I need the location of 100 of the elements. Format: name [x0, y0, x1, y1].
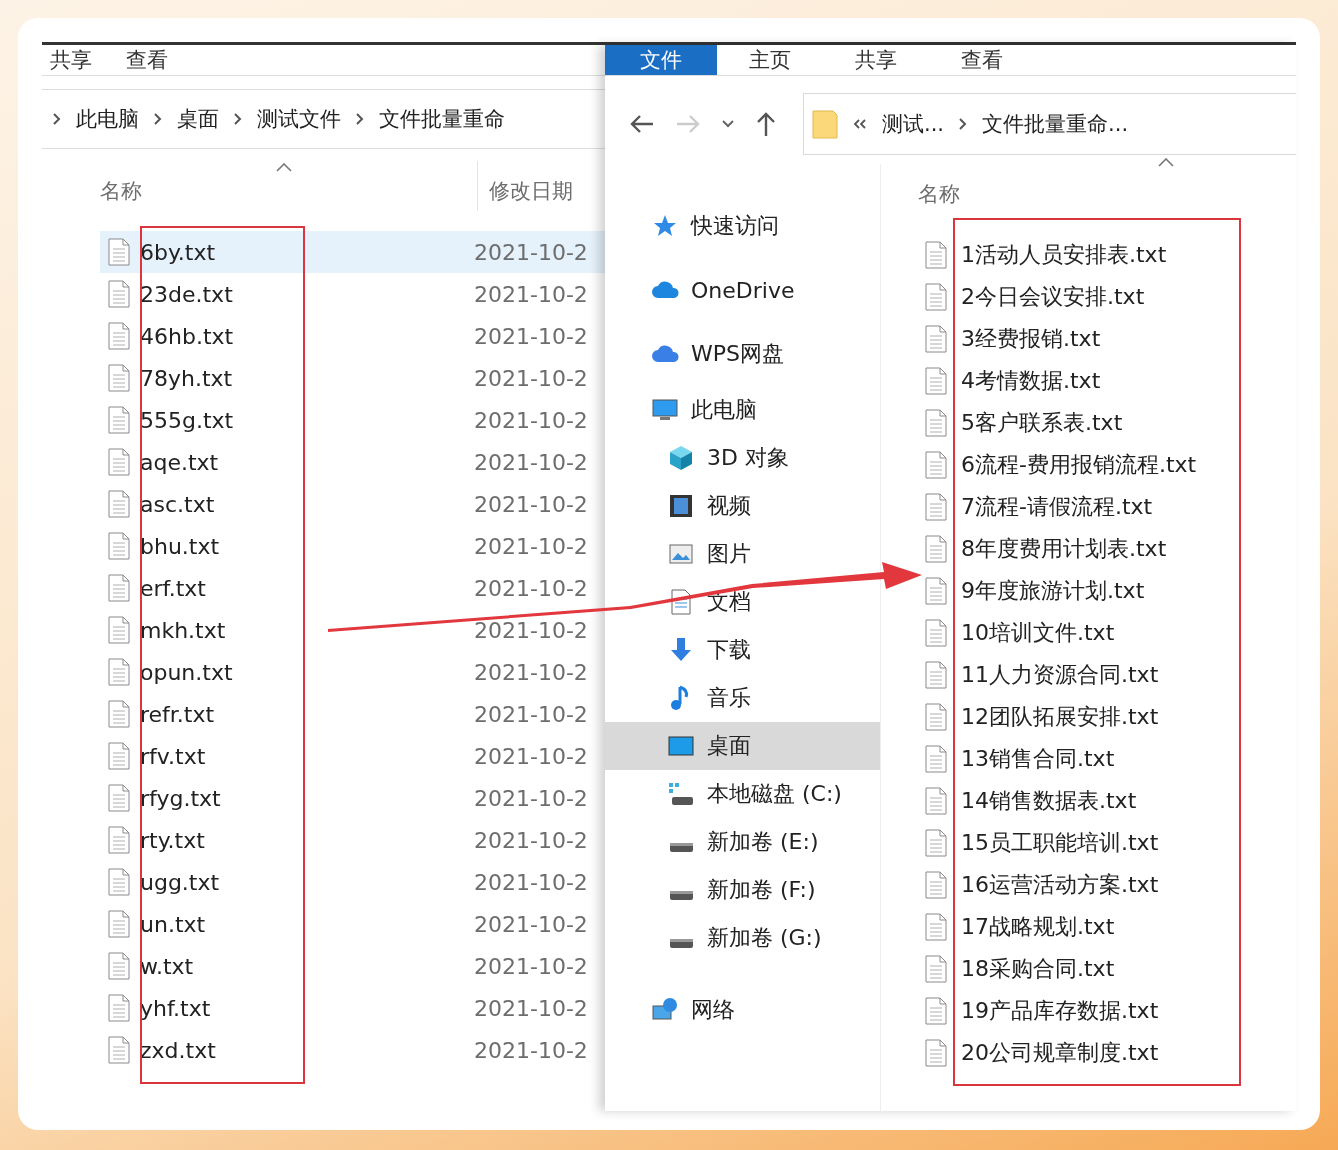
file-row[interactable]: asc.txt 2021-10-2 — [100, 483, 605, 525]
file-name[interactable]: 20公司规章制度.txt — [961, 1038, 1251, 1068]
breadcrumb-item[interactable]: 文件批量重命 — [379, 105, 505, 133]
file-name[interactable]: 2今日会议安排.txt — [961, 282, 1251, 312]
ribbon-tab[interactable]: 查看 — [92, 45, 202, 75]
file-row[interactable]: aqe.txt 2021-10-2 — [100, 441, 605, 483]
ribbon-tab[interactable]: 主页 — [717, 45, 823, 75]
nav-item[interactable]: 桌面 — [605, 722, 880, 770]
file-row[interactable]: rfyg.txt 2021-10-2 — [100, 777, 605, 819]
file-name: mkh.txt — [140, 617, 227, 643]
file-name[interactable]: 4考情数据.txt — [961, 366, 1251, 396]
column-header[interactable]: 修改日期 — [489, 177, 573, 205]
history-dropdown-button[interactable] — [721, 120, 735, 128]
nav-item[interactable]: 下载 — [605, 626, 880, 674]
nav-item[interactable]: 快速访问 — [605, 194, 880, 258]
modified-date: 2021-10-2 — [474, 575, 588, 601]
file-name[interactable]: 8年度费用计划表.txt — [961, 534, 1251, 564]
file-name[interactable]: 5客户联系表.txt — [961, 408, 1251, 438]
file-row[interactable]: 6by.txt 2021-10-2 — [100, 231, 605, 273]
file-name: opun.txt — [140, 659, 234, 685]
breadcrumb-item[interactable]: 此电脑 — [76, 105, 139, 133]
file-row[interactable]: 555g.txt 2021-10-2 — [100, 399, 605, 441]
file-name[interactable]: 6流程-费用报销流程.txt — [961, 450, 1251, 480]
text-file-icon — [925, 871, 947, 899]
text-file-icon — [925, 325, 947, 353]
nav-item[interactable]: 音乐 — [605, 674, 880, 722]
column-header[interactable]: 名称 — [918, 180, 960, 208]
file-name[interactable]: 15员工职能培训.txt — [961, 828, 1251, 858]
text-file-icon — [108, 364, 130, 392]
address-bar[interactable]: 测试... 文件批量重命... — [803, 93, 1296, 155]
text-file-icon — [108, 238, 130, 266]
file-name: yhf.txt — [140, 995, 212, 1021]
up-button[interactable] — [755, 111, 777, 137]
nav-item[interactable]: 网络 — [605, 978, 880, 1042]
nav-item[interactable]: 新加卷 (G:) — [605, 914, 880, 962]
file-row[interactable]: erf.txt 2021-10-2 — [100, 567, 605, 609]
file-row[interactable]: rfv.txt 2021-10-2 — [100, 735, 605, 777]
file-row[interactable]: refr.txt 2021-10-2 — [100, 693, 605, 735]
file-row[interactable]: ugg.txt 2021-10-2 — [100, 861, 605, 903]
modified-date: 2021-10-2 — [474, 281, 588, 307]
file-name[interactable]: 9年度旅游计划.txt — [961, 576, 1251, 606]
file-row[interactable]: mkh.txt 2021-10-2 — [100, 609, 605, 651]
file-row[interactable]: w.txt 2021-10-2 — [100, 945, 605, 987]
file-name[interactable]: 1活动人员安排表.txt — [961, 240, 1251, 270]
file-name[interactable]: 12团队拓展安排.txt — [961, 702, 1251, 732]
back-button[interactable] — [629, 113, 655, 135]
nav-item[interactable]: 此电脑 — [605, 386, 880, 434]
file-name[interactable]: 14销售数据表.txt — [961, 786, 1251, 816]
file-name[interactable]: 10培训文件.txt — [961, 618, 1251, 648]
ribbon-tab[interactable]: 共享 — [42, 45, 92, 75]
text-file-icon — [925, 535, 947, 563]
file-name[interactable]: 11人力资源合同.txt — [961, 660, 1251, 690]
text-file-icon — [108, 994, 130, 1022]
file-row[interactable]: 78yh.txt 2021-10-2 — [100, 357, 605, 399]
nav-item[interactable]: 新加卷 (E:) — [605, 818, 880, 866]
file-row[interactable]: 23de.txt 2021-10-2 — [100, 273, 605, 315]
modified-date: 2021-10-2 — [474, 533, 588, 559]
nav-item[interactable]: 新加卷 (F:) — [605, 866, 880, 914]
breadcrumb-item[interactable]: 测试文件 — [257, 105, 341, 133]
nav-item[interactable]: OneDrive — [605, 258, 880, 322]
nav-item[interactable]: 图片 — [605, 530, 880, 578]
file-row[interactable]: yhf.txt 2021-10-2 — [100, 987, 605, 1029]
text-file-icon — [108, 952, 130, 980]
file-row[interactable]: bhu.txt 2021-10-2 — [100, 525, 605, 567]
breadcrumb-item[interactable]: 测试... — [882, 110, 945, 138]
file-row[interactable]: zxd.txt 2021-10-2 — [100, 1029, 605, 1071]
file-name[interactable]: 18采购合同.txt — [961, 954, 1251, 984]
file-name[interactable]: 7流程-请假流程.txt — [961, 492, 1251, 522]
file-name: bhu.txt — [140, 533, 221, 559]
text-file-icon — [925, 661, 947, 689]
ribbon-tab[interactable]: 共享 — [823, 45, 929, 75]
file-name[interactable]: 3经费报销.txt — [961, 324, 1251, 354]
ribbon-tab[interactable]: 文件 — [605, 45, 717, 75]
file-name[interactable]: 17战略规划.txt — [961, 912, 1251, 942]
file-row[interactable]: 46hb.txt 2021-10-2 — [100, 315, 605, 357]
file-row[interactable]: un.txt 2021-10-2 — [100, 903, 605, 945]
file-row[interactable]: opun.txt 2021-10-2 — [100, 651, 605, 693]
file-name: 46hb.txt — [140, 323, 235, 349]
text-file-icon — [925, 745, 947, 773]
file-name: refr.txt — [140, 701, 216, 727]
file-name[interactable]: 16运营活动方案.txt — [961, 870, 1251, 900]
text-file-icon — [108, 574, 130, 602]
breadcrumb-item[interactable]: 文件批量重命... — [982, 110, 1129, 138]
drive-icon — [670, 842, 693, 852]
modified-date: 2021-10-2 — [474, 365, 588, 391]
nav-item[interactable]: 3D 对象 — [605, 434, 880, 482]
nav-item[interactable]: WPS网盘 — [605, 322, 880, 386]
file-name[interactable]: 19产品库存数据.txt — [961, 996, 1251, 1026]
text-file-icon — [108, 448, 130, 476]
ribbon-tab[interactable]: 查看 — [929, 45, 1035, 75]
chevron-icon — [233, 112, 243, 126]
nav-item[interactable]: 视频 — [605, 482, 880, 530]
column-header[interactable]: 名称 — [100, 177, 142, 205]
text-file-icon — [108, 322, 130, 350]
file-row[interactable]: rty.txt 2021-10-2 — [100, 819, 605, 861]
modified-date: 2021-10-2 — [474, 1037, 588, 1063]
file-name[interactable]: 13销售合同.txt — [961, 744, 1251, 774]
nav-item[interactable]: 本地磁盘 (C:) — [605, 770, 880, 818]
file-name: rfv.txt — [140, 743, 207, 769]
breadcrumb-item[interactable]: 桌面 — [177, 105, 219, 133]
